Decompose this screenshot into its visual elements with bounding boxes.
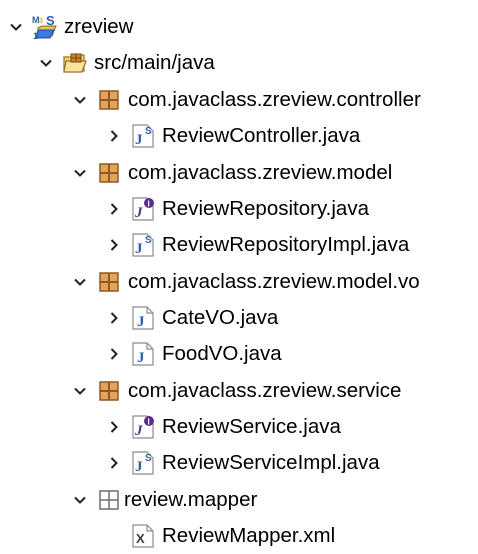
chevron-down-icon[interactable] [70,163,90,183]
file-name: ReviewController.java [162,124,361,147]
chevron-right-icon[interactable] [104,126,124,146]
svg-text:3: 3 [39,18,43,25]
file-name: ReviewService.java [162,415,341,438]
project-explorer-tree: M 3 S 1 zreview src/main/java com.javacl… [0,0,478,550]
maven-java-project-icon: M 3 S 1 [32,14,58,40]
tree-row-file[interactable]: X ReviewMapper.xml [0,518,478,554]
tree-row-file[interactable]: J S ReviewServiceImpl.java [0,445,478,481]
java-class-icon: J S [130,450,156,476]
svg-text:I: I [148,200,150,209]
file-name: CateVO.java [162,306,279,329]
project-name: zreview [64,15,134,38]
svg-text:J: J [135,132,143,148]
chevron-down-icon[interactable] [36,53,56,73]
file-name: ReviewRepository.java [162,197,369,220]
tree-row-file[interactable]: J FoodVO.java [0,336,478,372]
tree-row-file[interactable]: J S ReviewController.java [0,118,478,154]
chevron-right-icon[interactable] [104,235,124,255]
svg-text:S: S [145,453,152,464]
source-folder-name: src/main/java [94,51,215,74]
chevron-right-icon[interactable] [104,199,124,219]
package-icon [96,378,122,404]
tree-row-file[interactable]: J CateVO.java [0,300,478,336]
chevron-down-icon[interactable] [70,381,90,401]
java-class-icon: J S [130,232,156,258]
tree-row-project[interactable]: M 3 S 1 zreview [0,9,478,45]
package-icon [96,160,122,186]
svg-text:J: J [134,205,143,221]
package-name: com.javaclass.zreview.service [128,379,402,402]
java-class-icon: J S [130,123,156,149]
chevron-right-icon[interactable] [104,308,124,328]
xml-file-icon: X [130,523,156,549]
svg-text:S: S [145,126,152,137]
java-interface-icon: J I [130,196,156,222]
chevron-right-icon[interactable] [104,417,124,437]
svg-text:I: I [148,418,150,427]
tree-row-source-folder[interactable]: src/main/java [0,45,478,81]
file-name: ReviewServiceImpl.java [162,451,380,474]
svg-text:J: J [135,459,143,475]
file-name: FoodVO.java [162,342,282,365]
java-file-icon: J [130,341,156,367]
chevron-down-icon[interactable] [70,272,90,292]
svg-text:X: X [136,531,145,546]
package-name: com.javaclass.zreview.model.vo [128,270,420,293]
chevron-down-icon[interactable] [6,17,26,37]
tree-row-file[interactable]: J I ReviewRepository.java [0,191,478,227]
svg-text:J: J [135,241,143,257]
resource-package-icon [96,487,122,513]
resource-folder-name: review.mapper [124,488,258,511]
chevron-down-icon[interactable] [70,90,90,110]
java-interface-icon: J I [130,414,156,440]
tree-row-file[interactable]: J I ReviewService.java [0,409,478,445]
package-icon [96,269,122,295]
tree-row-package[interactable]: com.javaclass.zreview.service [0,373,478,409]
svg-text:S: S [145,235,152,246]
tree-row-resource-folder[interactable]: review.mapper [0,482,478,518]
package-icon [96,87,122,113]
tree-row-package[interactable]: com.javaclass.zreview.model.vo [0,264,478,300]
file-name: ReviewMapper.xml [162,524,336,547]
svg-text:J: J [134,423,143,439]
svg-text:J: J [137,350,145,366]
svg-text:J: J [137,314,145,330]
chevron-right-icon[interactable] [104,453,124,473]
tree-row-file[interactable]: J S ReviewRepositoryImpl.java [0,227,478,263]
package-name: com.javaclass.zreview.model [128,161,393,184]
chevron-right-icon[interactable] [104,344,124,364]
file-name: ReviewRepositoryImpl.java [162,233,410,256]
tree-row-package[interactable]: com.javaclass.zreview.model [0,155,478,191]
source-folder-icon [62,50,88,76]
java-file-icon: J [130,305,156,331]
tree-row-package[interactable]: com.javaclass.zreview.controller [0,82,478,118]
chevron-down-icon[interactable] [70,490,90,510]
package-name: com.javaclass.zreview.controller [128,88,421,111]
